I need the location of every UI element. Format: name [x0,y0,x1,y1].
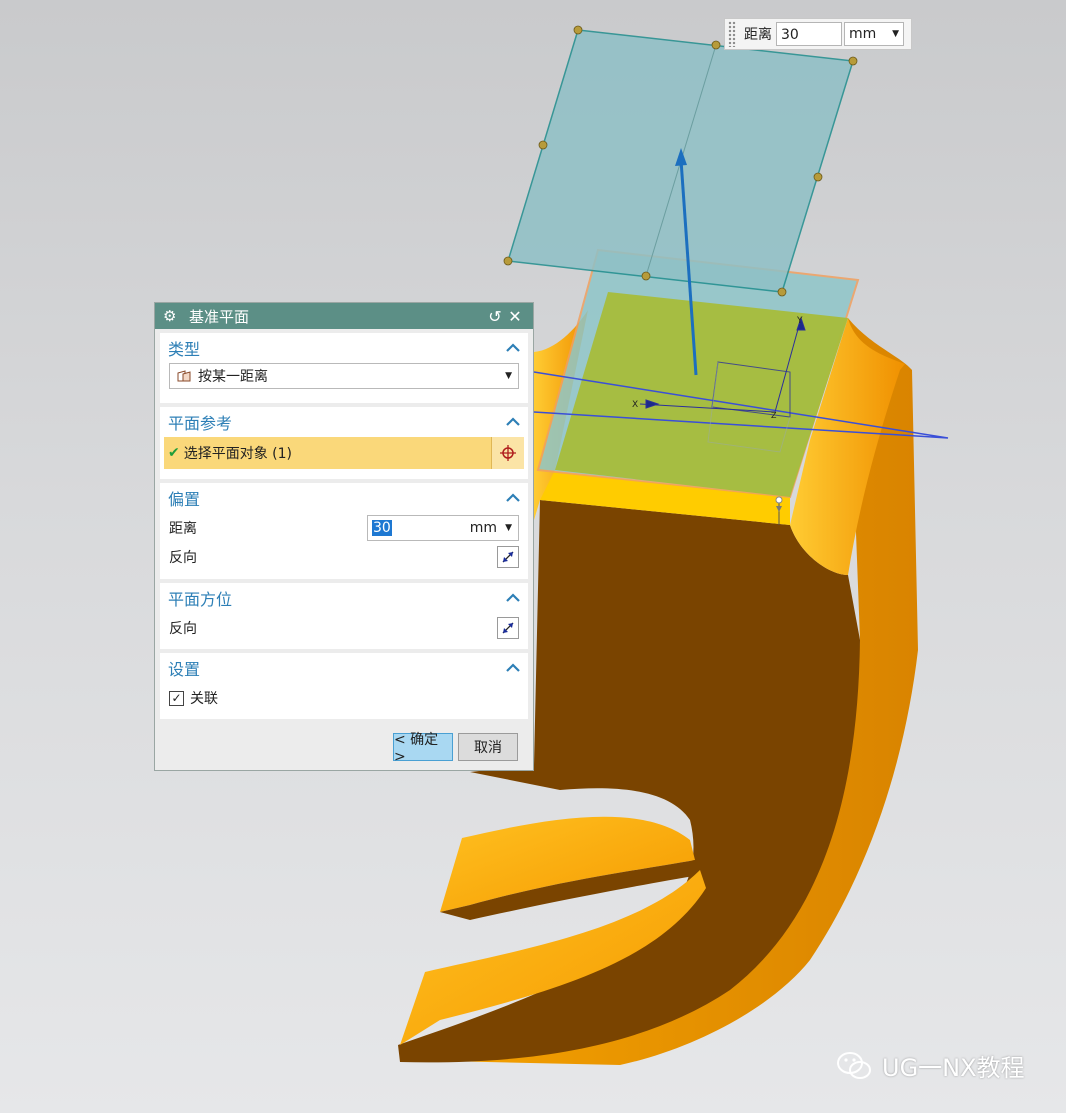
section-plane-reference-title: 平面参考 [168,414,233,433]
reverse-direction-icon [502,622,514,634]
ok-button[interactable]: < 确定 > [393,732,453,765]
type-select-value: 按某一距离 [198,369,268,385]
crosshair-icon [500,445,516,461]
chevron-up-icon[interactable] [506,493,520,503]
section-plane-orientation: 平面方位 反向 [160,583,528,649]
checkmark-icon: ✔ [168,445,180,461]
dialog-titlebar[interactable]: ⚙ 基准平面 ↺ ✕ [155,303,533,329]
distance-onscreen-value[interactable]: 30 [776,22,842,46]
distance-label: 距离 [169,521,197,537]
distance-input[interactable]: 30 mm ▼ [367,515,519,541]
distance-value: 30 [372,520,392,536]
chevron-up-icon[interactable] [506,663,520,673]
section-plane-reference: 平面参考 ✔ 选择平面对象 (1) [160,407,528,479]
section-settings-header[interactable]: 设置 [160,653,528,683]
watermark: UG一NX教程 [836,1048,1025,1083]
watermark-text: UG一NX教程 [882,1054,1025,1082]
chevron-up-icon[interactable] [506,343,520,353]
reverse-direction-icon [502,551,514,563]
distance-onscreen-label: 距离 [744,27,772,43]
distance-onscreen-unit: mm [849,26,877,42]
close-icon[interactable]: ✕ [505,307,525,326]
distance-onscreen-input[interactable]: 距离 30 mm ▼ [724,18,912,50]
associative-checkbox[interactable]: ✓ [169,690,184,706]
chevron-down-icon: ▼ [505,371,512,381]
chevron-down-icon: ▼ [892,29,899,39]
datum-plane-dialog: ⚙ 基准平面 ↺ ✕ 类型 按某一距离 ▼ 平面参考 ✔ 选择平面对象 (1) … [154,302,534,771]
section-settings-title: 设置 [168,660,201,679]
axis-label-z: Z [771,411,777,420]
type-select[interactable]: 按某一距离 ▼ [169,363,519,389]
reset-icon[interactable]: ↺ [485,307,505,326]
select-plane-object-row[interactable]: ✔ 选择平面对象 (1) [164,437,524,469]
axis-label-y: Y [796,316,803,326]
axis-label-x: X [632,400,638,410]
section-plane-orientation-header[interactable]: 平面方位 [160,583,528,613]
offset-plane-type-icon [177,370,191,382]
orientation-reverse-label: 反向 [169,621,197,637]
section-settings: 设置 ✓ 关联 [160,653,528,719]
section-offset-header[interactable]: 偏置 [160,483,528,513]
section-type: 类型 按某一距离 ▼ [160,333,528,403]
orientation-reverse-button[interactable] [497,617,519,639]
section-type-header[interactable]: 类型 [160,333,528,363]
section-plane-orientation-title: 平面方位 [168,590,233,609]
associative-label: 关联 [190,691,218,707]
section-type-title: 类型 [168,340,201,359]
section-offset-title: 偏置 [168,490,201,509]
distance-onscreen-unit-select[interactable]: mm ▼ [844,22,904,46]
wechat-logo-icon [837,1051,871,1079]
crosshair-select-button[interactable] [491,437,524,469]
dialog-title: 基准平面 [189,307,250,326]
drag-grip-icon[interactable] [728,21,736,47]
offset-reverse-label: 反向 [169,550,197,566]
gear-icon[interactable]: ⚙ [163,307,181,325]
chevron-up-icon[interactable] [506,417,520,427]
chevron-down-icon[interactable]: ▼ [505,523,512,533]
cancel-button[interactable]: 取消 [458,733,518,761]
select-plane-object-label: 选择平面对象 (1) [183,446,293,462]
section-offset: 偏置 距离 30 mm ▼ 反向 [160,483,528,579]
offset-reverse-button[interactable] [497,546,519,568]
section-plane-reference-header[interactable]: 平面参考 [160,407,528,437]
chevron-up-icon[interactable] [506,593,520,603]
distance-unit: mm [469,520,498,536]
